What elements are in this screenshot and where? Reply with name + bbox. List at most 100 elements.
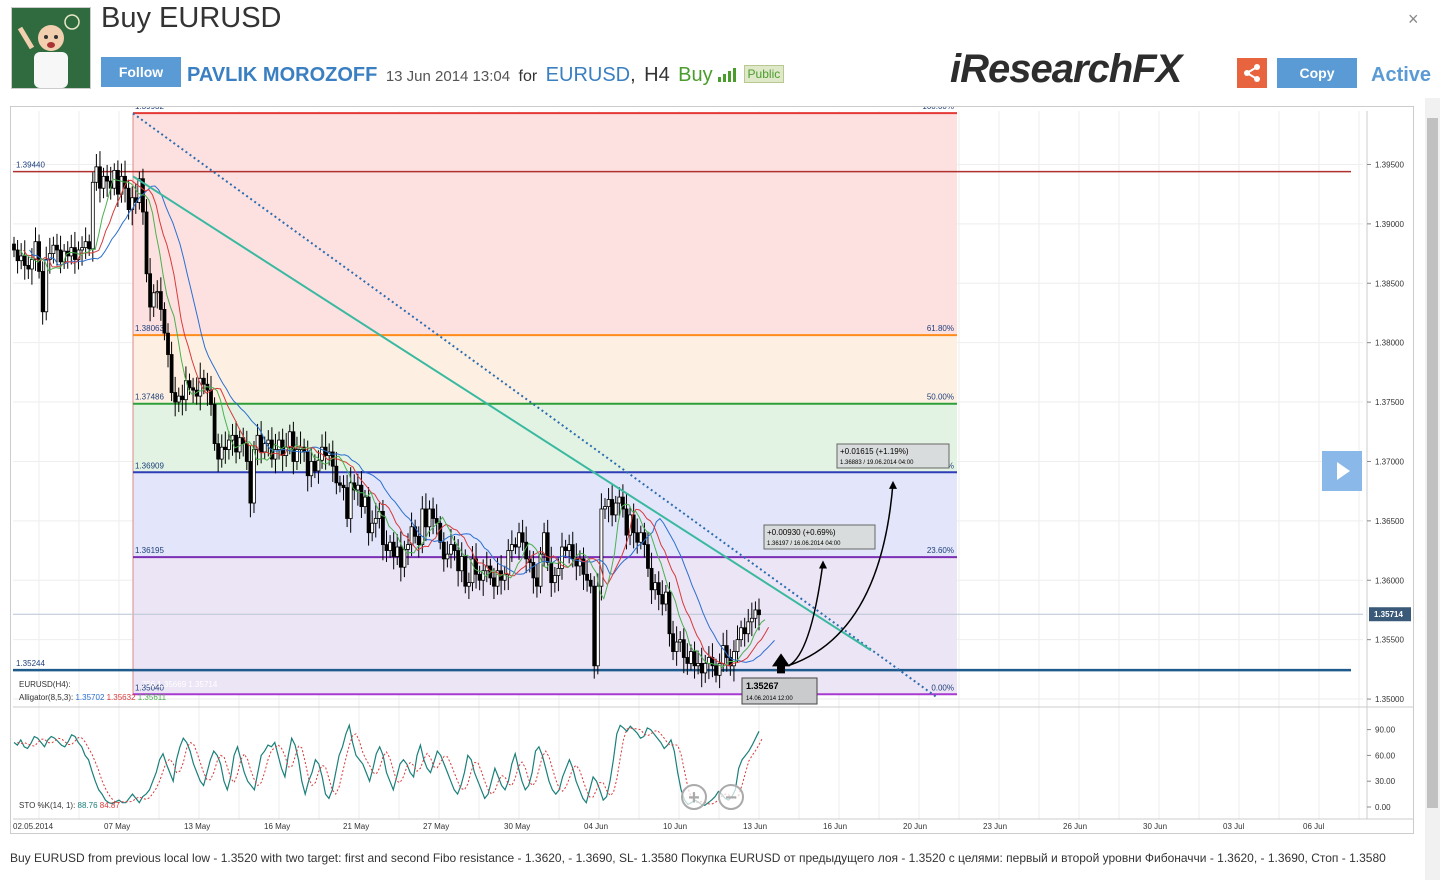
- time-tick-label: 16 Jun: [823, 822, 847, 831]
- candle-body: [259, 434, 264, 453]
- author-avatar[interactable]: [11, 7, 91, 89]
- candle-body: [227, 439, 231, 450]
- author-name[interactable]: PAVLIK MOROZOFF: [187, 64, 377, 86]
- candle-body: [556, 567, 561, 576]
- candle-body: [19, 255, 24, 262]
- fib-pct-label: 61.80%: [927, 324, 954, 333]
- candle-body: [144, 211, 149, 275]
- candle-body: [613, 502, 618, 516]
- fib-zone: [133, 113, 957, 336]
- candle-body: [212, 404, 217, 445]
- alligator-value: 1.35632: [107, 693, 138, 702]
- price-tick-label: 1.39500: [1375, 160, 1404, 169]
- price-tick-label: 1.37000: [1375, 457, 1404, 466]
- candle-body: [338, 482, 342, 486]
- time-tick-label: 30 Jun: [1143, 822, 1167, 831]
- fib-pct-label: 100.00%: [922, 107, 954, 111]
- candle-body: [223, 446, 228, 450]
- candle-body: [287, 431, 292, 448]
- candle-body: [735, 639, 740, 652]
- candle-body: [87, 241, 92, 250]
- close-icon[interactable]: ×: [1408, 9, 1419, 30]
- candle-body: [423, 508, 428, 528]
- stochastic-tick-label: 60.00: [1375, 751, 1396, 760]
- fib-pct-label: 50.00%: [927, 393, 954, 402]
- fib-price-label: 1.38063: [135, 324, 164, 333]
- fib-pct-label: 0.00%: [931, 683, 954, 692]
- time-tick-label: 10 Jun: [663, 822, 687, 831]
- candle-body: [617, 496, 622, 504]
- candle-body: [431, 508, 435, 519]
- candle-body: [151, 292, 156, 308]
- candle-body: [420, 508, 425, 546]
- stochastic-tick-label: 0.00: [1375, 803, 1391, 812]
- candle-body: [570, 544, 575, 560]
- candle-body: [638, 532, 643, 543]
- candle-body: [459, 556, 464, 572]
- candle-body: [531, 562, 536, 579]
- candle-body: [201, 377, 206, 385]
- entry-price: 1.35267: [746, 681, 779, 691]
- entry-date: 14.06.2014 12:00: [746, 696, 793, 702]
- price-tick-label: 1.36000: [1375, 576, 1404, 585]
- candle-body: [187, 380, 192, 389]
- candle-body: [542, 532, 546, 555]
- zoom-in-glyph: +: [688, 787, 700, 809]
- candle-body: [696, 663, 701, 667]
- zoom-out-glyph: −: [725, 787, 737, 809]
- candle-body: [55, 244, 59, 251]
- scrollbar-thumb[interactable]: [1427, 118, 1438, 808]
- candle-body: [685, 657, 690, 664]
- scrollbar[interactable]: [1425, 98, 1440, 880]
- candle-body: [126, 187, 131, 211]
- candle-body: [51, 244, 56, 254]
- candle-body: [348, 482, 353, 519]
- price-tick-label: 1.38500: [1375, 279, 1404, 288]
- candle-body: [252, 449, 256, 504]
- candle-body: [173, 392, 178, 403]
- time-tick-label: 16 May: [264, 822, 290, 831]
- candle-body: [660, 594, 665, 605]
- candle-body: [105, 175, 110, 182]
- candle-body: [699, 663, 704, 674]
- candle-body: [33, 241, 38, 260]
- candle-body: [438, 522, 443, 543]
- candle-body: [567, 544, 572, 551]
- candle-body: [667, 591, 672, 635]
- chart-area[interactable]: 1.39932 100.00% 1.38063 61.80% 1.37486 50.00%…: [10, 102, 1414, 834]
- candle-body: [15, 249, 20, 262]
- follow-button[interactable]: Follow: [101, 57, 181, 87]
- candle-body: [678, 639, 683, 643]
- candle-body: [603, 506, 607, 510]
- play-button[interactable]: [1322, 451, 1362, 491]
- candle-body: [309, 461, 314, 477]
- candle-body: [83, 241, 88, 249]
- candle-body: [624, 508, 629, 536]
- candle-body: [359, 484, 364, 508]
- candle-body: [520, 532, 525, 543]
- candle-body: [244, 443, 249, 462]
- candle-body: [98, 166, 102, 189]
- brand-logo: iResearchFX: [950, 47, 1182, 91]
- candle-body: [402, 548, 407, 568]
- symbol-link[interactable]: EURUSD: [546, 64, 630, 86]
- signal-meta: PAVLIK MOROZOFF 13 Jun 2014 13:04 for EU…: [187, 64, 785, 87]
- candle-body: [506, 550, 511, 575]
- candle-body: [706, 657, 711, 664]
- candle-body: [384, 544, 389, 551]
- candle-body: [334, 465, 339, 484]
- candle-body: [509, 544, 514, 551]
- horizontal-level-label: 1.35244: [16, 659, 45, 668]
- copy-button[interactable]: Copy: [1277, 58, 1357, 88]
- candle-body: [391, 541, 396, 557]
- candle-body: [115, 170, 120, 195]
- candle-body: [552, 575, 557, 584]
- candle-body: [656, 582, 661, 595]
- candle-body: [427, 508, 432, 528]
- candle-body: [714, 665, 718, 676]
- candle-body: [58, 249, 63, 263]
- candle-body: [166, 332, 170, 355]
- share-icon[interactable]: [1237, 58, 1267, 88]
- candle-body: [649, 567, 654, 591]
- candle-body: [216, 443, 221, 460]
